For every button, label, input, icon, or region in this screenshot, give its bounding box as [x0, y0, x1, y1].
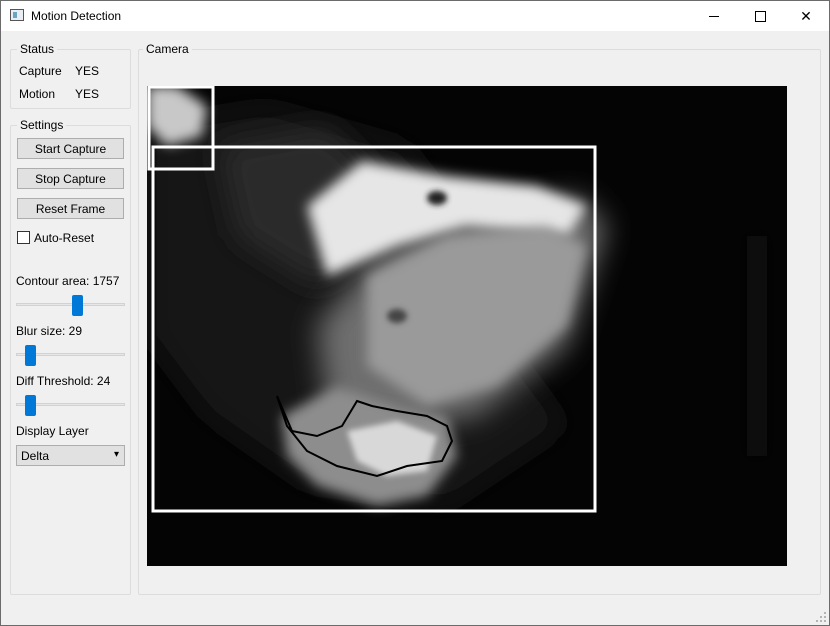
- settings-group-title: Settings: [17, 118, 67, 132]
- auto-reset-label: Auto-Reset: [34, 231, 95, 245]
- app-window: Motion Detection ✕ Status Capture YES Mo…: [0, 0, 830, 626]
- window-title: Motion Detection: [31, 9, 122, 23]
- close-icon: ✕: [800, 7, 812, 24]
- minimize-button[interactable]: [691, 1, 737, 31]
- blur-size-label: Blur size: 29: [16, 324, 83, 338]
- capture-status-label: Capture: [19, 64, 62, 78]
- contour-area-label: Contour area: 1757: [16, 274, 120, 288]
- title-bar[interactable]: Motion Detection ✕: [1, 1, 829, 31]
- maximize-button[interactable]: [737, 1, 783, 31]
- camera-frame-image: [147, 86, 787, 566]
- contour-area-slider[interactable]: [16, 303, 125, 306]
- stop-capture-button[interactable]: Stop Capture: [17, 168, 124, 189]
- status-group-title: Status: [17, 42, 58, 56]
- blur-size-slider-handle[interactable]: [25, 345, 36, 366]
- display-layer-label: Display Layer: [16, 424, 89, 438]
- capture-status-value: YES: [75, 64, 100, 78]
- minimize-icon: [709, 15, 719, 17]
- close-button[interactable]: ✕: [783, 1, 829, 31]
- resize-grip[interactable]: [816, 612, 826, 622]
- diff-threshold-label: Diff Threshold: 24: [16, 374, 111, 388]
- reset-frame-button[interactable]: Reset Frame: [17, 198, 124, 219]
- diff-threshold-slider-handle[interactable]: [25, 395, 36, 416]
- auto-reset-checkbox[interactable]: [17, 231, 30, 244]
- camera-group-title: Camera: [143, 42, 192, 56]
- camera-feed: [147, 86, 787, 566]
- motion-status-value: YES: [75, 87, 100, 101]
- maximize-icon: [754, 10, 766, 22]
- chevron-down-icon: ▾: [113, 449, 119, 460]
- motion-status-label: Motion: [19, 87, 56, 101]
- display-layer-select[interactable]: Delta ▾: [16, 445, 125, 466]
- display-layer-value: Delta: [21, 449, 50, 463]
- contour-area-slider-handle[interactable]: [72, 295, 83, 316]
- app-icon: [10, 9, 24, 21]
- start-capture-button[interactable]: Start Capture: [17, 138, 124, 159]
